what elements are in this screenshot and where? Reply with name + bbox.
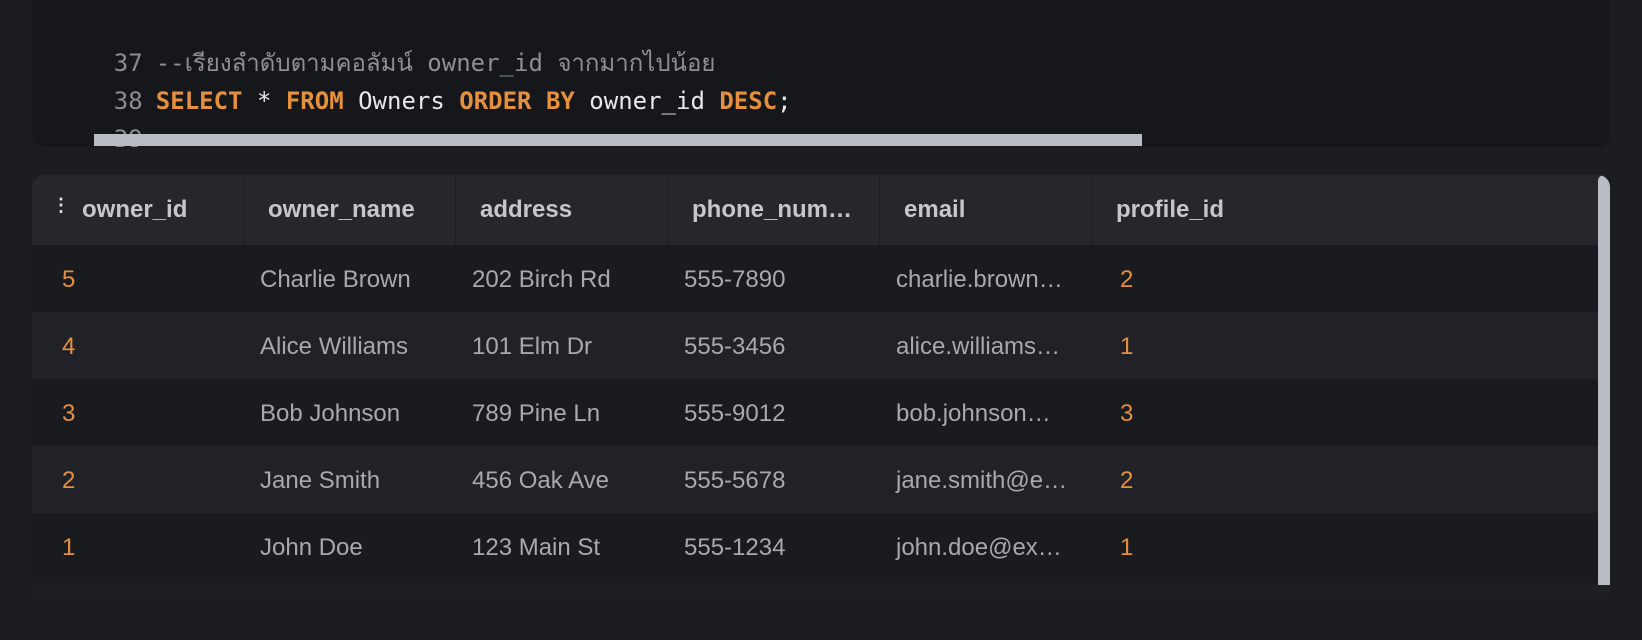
- cell-email[interactable]: alice.williams…: [880, 312, 1092, 382]
- column-header-email[interactable]: email: [880, 175, 1092, 245]
- cell-address[interactable]: 789 Pine Ln: [456, 379, 668, 449]
- sql-keyword-select: SELECT: [155, 87, 243, 115]
- sql-text: *: [242, 87, 286, 115]
- cell-owner-id[interactable]: 2: [32, 446, 244, 516]
- cell-address[interactable]: 456 Oak Ave: [456, 446, 668, 516]
- cell-profile-id[interactable]: 2: [1092, 446, 1602, 516]
- sql-semicolon: ;: [777, 87, 792, 115]
- column-header-label: email: [904, 196, 966, 223]
- table-row[interactable]: 3 Bob Johnson 789 Pine Ln 555-9012 bob.j…: [32, 379, 1602, 449]
- cell-email[interactable]: john.doe@ex…: [880, 513, 1092, 583]
- cell-phone-number[interactable]: 555-7890: [668, 245, 880, 315]
- code-line-39[interactable]: 39: [56, 82, 156, 147]
- cell-owner-id[interactable]: 4: [32, 312, 244, 382]
- column-header-label: owner_name: [268, 196, 415, 223]
- column-header-phone-number[interactable]: phone_num…: [668, 175, 880, 245]
- cell-phone-number[interactable]: 555-5678: [668, 446, 880, 516]
- grid-vertical-scrollbar[interactable]: [1598, 175, 1610, 585]
- column-header-address[interactable]: address: [456, 175, 668, 245]
- sql-keyword-order-by: ORDER BY: [459, 87, 575, 115]
- sql-editor[interactable]: 37 --เรียงลำดับตามคอลัมน์ owner_id จากมาก…: [32, 0, 1610, 147]
- column-header-profile-id[interactable]: profile_id: [1092, 175, 1602, 245]
- cell-email[interactable]: bob.johnson…: [880, 379, 1092, 449]
- cell-address[interactable]: 202 Birch Rd: [456, 245, 668, 315]
- cell-profile-id[interactable]: 1: [1092, 312, 1602, 382]
- table-row[interactable]: 5 Charlie Brown 202 Birch Rd 555-7890 ch…: [32, 245, 1602, 315]
- sql-column-name: owner_id: [574, 87, 720, 115]
- cell-address[interactable]: 101 Elm Dr: [456, 312, 668, 382]
- code-line-38[interactable]: 38 SELECT * FROM Owners ORDER BY owner_id…: [56, 44, 792, 115]
- cell-phone-number[interactable]: 555-3456: [668, 312, 880, 382]
- table-row[interactable]: 4 Alice Williams 101 Elm Dr 555-3456 ali…: [32, 312, 1602, 382]
- table-row[interactable]: 1 John Doe 123 Main St 555-1234 john.doe…: [32, 513, 1602, 583]
- sql-keyword-desc: DESC: [719, 87, 778, 115]
- code-line-37[interactable]: 37 --เรียงลำดับตามคอลัมน์ owner_id จากมาก…: [56, 6, 716, 77]
- column-header-label: owner_id: [82, 196, 188, 223]
- results-grid[interactable]: ⋮ owner_id owner_name address phone_num……: [32, 175, 1610, 599]
- cell-address[interactable]: 123 Main St: [456, 513, 668, 583]
- cell-phone-number[interactable]: 555-9012: [668, 379, 880, 449]
- results-header-row: ⋮ owner_id owner_name address phone_num……: [32, 175, 1602, 245]
- column-header-owner-name[interactable]: owner_name: [244, 175, 456, 245]
- cell-owner-name[interactable]: John Doe: [244, 513, 456, 583]
- cell-profile-id[interactable]: 1: [1092, 513, 1602, 583]
- cell-profile-id[interactable]: 2: [1092, 245, 1602, 315]
- column-header-label: profile_id: [1116, 196, 1225, 223]
- cell-owner-id[interactable]: 5: [32, 245, 244, 315]
- cell-phone-number[interactable]: 555-1234: [668, 513, 880, 583]
- cell-owner-name[interactable]: Charlie Brown: [244, 245, 456, 315]
- column-menu-icon[interactable]: ⋮: [52, 195, 70, 215]
- editor-horizontal-scrollbar[interactable]: [94, 134, 1142, 146]
- cell-owner-name[interactable]: Alice Williams: [244, 312, 456, 382]
- column-header-label: address: [480, 196, 573, 223]
- sql-table-name: Owners: [343, 87, 460, 115]
- column-header-owner-id[interactable]: ⋮ owner_id: [32, 175, 244, 245]
- table-row[interactable]: 2 Jane Smith 456 Oak Ave 555-5678 jane.s…: [32, 446, 1602, 516]
- cell-email[interactable]: jane.smith@e…: [880, 446, 1092, 516]
- column-header-label: phone_num…: [692, 196, 852, 223]
- cell-owner-name[interactable]: Jane Smith: [244, 446, 456, 516]
- cell-owner-id[interactable]: 1: [32, 513, 244, 583]
- sql-keyword-from: FROM: [285, 87, 344, 115]
- cell-owner-name[interactable]: Bob Johnson: [244, 379, 456, 449]
- cell-email[interactable]: charlie.brown…: [880, 245, 1092, 315]
- cell-profile-id[interactable]: 3: [1092, 379, 1602, 449]
- cell-owner-id[interactable]: 3: [32, 379, 244, 449]
